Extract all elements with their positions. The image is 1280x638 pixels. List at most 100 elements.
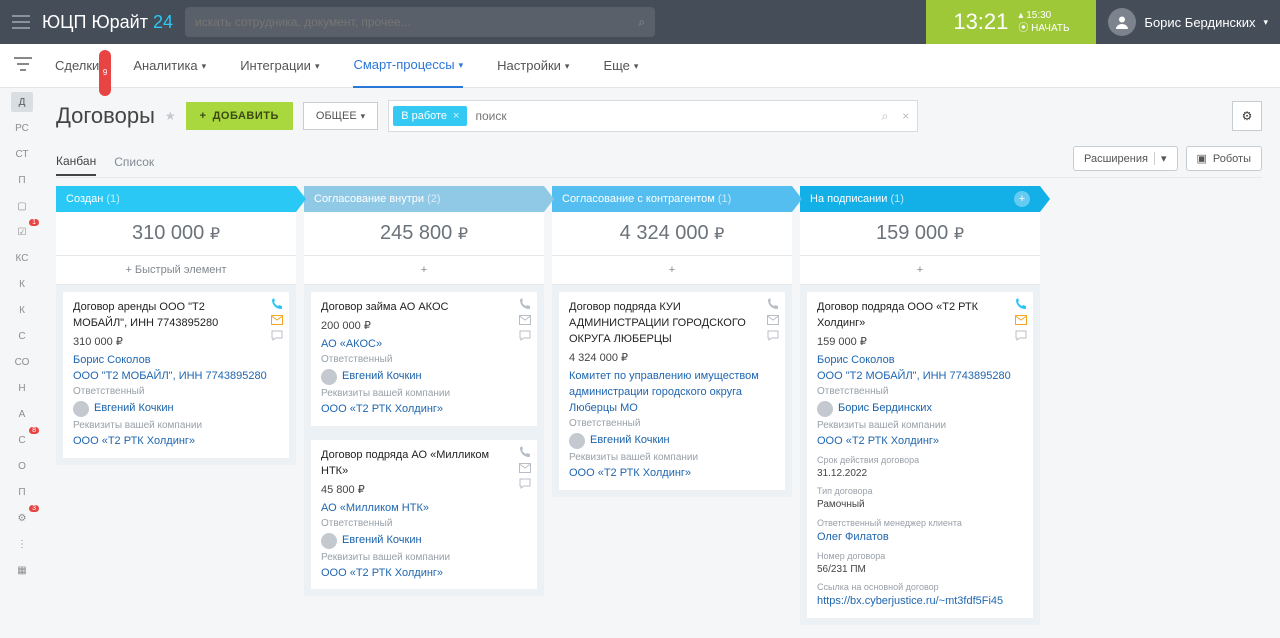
nav-item[interactable]: Сделки9: [55, 44, 99, 88]
kanban-card[interactable]: Договор подряда КУИ АДМИНИСТРАЦИИ ГОРОДС…: [558, 291, 786, 491]
mail-icon[interactable]: [519, 315, 531, 325]
sidebar-item[interactable]: СО: [11, 352, 33, 372]
user-menu[interactable]: Борис Бердинских ▾: [1108, 8, 1268, 36]
column-header[interactable]: Создан(1): [56, 186, 296, 212]
sidebar-item[interactable]: Н: [11, 378, 33, 398]
sidebar-item[interactable]: ⋮: [11, 534, 33, 554]
sidebar-item[interactable]: А: [11, 404, 33, 424]
column-header[interactable]: Согласование с контрагентом(1): [552, 186, 792, 212]
mail-icon[interactable]: [271, 315, 283, 325]
filter-chip[interactable]: В работе×: [393, 106, 467, 126]
card-responsible[interactable]: Евгений Кочкин: [73, 401, 279, 417]
nav-item[interactable]: Еще▾: [603, 44, 638, 88]
card-title[interactable]: Договор аренды ООО "Т2 МОБАЙЛ", ИНН 7743…: [73, 300, 279, 332]
field-value[interactable]: https://bx.cyberjustice.ru/~mt3fdf5Fi45: [817, 594, 1023, 610]
phone-icon[interactable]: [767, 298, 779, 310]
card-company[interactable]: ООО "Т2 МОБАЙЛ", ИНН 7743895280: [73, 369, 279, 385]
kanban-card[interactable]: Договор подряда АО «Милликом НТК»45 800 …: [310, 439, 538, 591]
tab-list[interactable]: Список: [114, 149, 154, 175]
phone-icon[interactable]: [519, 446, 531, 458]
card-title[interactable]: Договор подряда ООО «Т2 РТК Холдинг»: [817, 300, 1023, 332]
sidebar-item[interactable]: О: [11, 456, 33, 476]
card-responsible[interactable]: Евгений Кочкин: [569, 433, 775, 449]
card-company[interactable]: АО «Милликом НТК»: [321, 501, 527, 517]
card-requisites[interactable]: ООО «Т2 РТК Холдинг»: [73, 434, 279, 450]
sidebar-item[interactable]: КС: [11, 248, 33, 268]
card-responsible[interactable]: Борис Бердинских: [817, 401, 1023, 417]
card-requisites[interactable]: ООО «Т2 РТК Холдинг»: [321, 566, 527, 582]
chat-icon[interactable]: [519, 330, 531, 341]
sidebar-item[interactable]: ☑1: [11, 222, 33, 242]
column-header[interactable]: На подписании(1)+: [800, 186, 1040, 212]
card-company[interactable]: Комитет по управлению имуществом админис…: [569, 369, 775, 417]
sidebar-item[interactable]: К: [11, 274, 33, 294]
phone-icon[interactable]: [1015, 298, 1027, 310]
card-responsible[interactable]: Евгений Кочкин: [321, 369, 527, 385]
card-requisites[interactable]: ООО «Т2 РТК Холдинг»: [569, 466, 775, 482]
tab-kanban[interactable]: Канбан: [56, 148, 96, 176]
common-button[interactable]: ОБЩЕЕ▾: [303, 102, 378, 130]
sidebar-item[interactable]: РС: [11, 118, 33, 138]
add-button[interactable]: +ДОБАВИТЬ: [186, 102, 293, 130]
card-contact[interactable]: Борис Соколов: [817, 353, 1023, 369]
card-title[interactable]: Договор подряда АО «Милликом НТК»: [321, 448, 527, 480]
sidebar-item[interactable]: ⚙3: [11, 508, 33, 528]
clear-icon[interactable]: ×: [894, 109, 917, 123]
mail-icon[interactable]: [519, 463, 531, 473]
chat-icon[interactable]: [519, 478, 531, 489]
sidebar-item[interactable]: Д: [11, 92, 33, 112]
nav-item[interactable]: Интеграции▾: [240, 44, 319, 88]
card-title[interactable]: Договор займа АО АКОС: [321, 300, 527, 316]
filter-search-input[interactable]: [467, 109, 875, 123]
kanban-card[interactable]: Договор подряда ООО «Т2 РТК Холдинг»159 …: [806, 291, 1034, 619]
sidebar-item[interactable]: ▦: [11, 560, 33, 580]
kanban-card[interactable]: Договор аренды ООО "Т2 МОБАЙЛ", ИНН 7743…: [62, 291, 290, 459]
hamburger-icon[interactable]: [12, 15, 30, 29]
phone-icon[interactable]: [271, 298, 283, 310]
search-icon[interactable]: ⌕: [638, 15, 645, 30]
clock-action[interactable]: ⦿ НАЧАТЬ: [1018, 22, 1069, 35]
extensions-button[interactable]: Расширения ▾: [1073, 146, 1178, 171]
sidebar-item[interactable]: П: [11, 170, 33, 190]
nav-item[interactable]: Аналитика▾: [133, 44, 206, 88]
chat-icon[interactable]: [271, 330, 283, 341]
quick-add[interactable]: +: [800, 256, 1040, 285]
global-search-input[interactable]: [195, 15, 638, 29]
sidebar-item[interactable]: ▢: [11, 196, 33, 216]
card-requisites[interactable]: ООО «Т2 РТК Холдинг»: [817, 434, 1023, 450]
search-icon[interactable]: ⌕: [875, 109, 894, 124]
sidebar-item[interactable]: С: [11, 326, 33, 346]
clock-widget[interactable]: 13:21 ▴ 15:30 ⦿ НАЧАТЬ: [926, 0, 1096, 44]
filter-box[interactable]: В работе× ⌕ ×: [388, 100, 918, 132]
sidebar-item[interactable]: С8: [11, 430, 33, 450]
chat-icon[interactable]: [1015, 330, 1027, 341]
quick-add[interactable]: + Быстрый элемент: [56, 256, 296, 285]
close-icon[interactable]: ×: [453, 110, 459, 122]
card-title[interactable]: Договор подряда КУИ АДМИНИСТРАЦИИ ГОРОДС…: [569, 300, 775, 348]
card-requisites[interactable]: ООО «Т2 РТК Холдинг»: [321, 402, 527, 418]
mail-icon[interactable]: [1015, 315, 1027, 325]
mail-icon[interactable]: [767, 315, 779, 325]
star-icon[interactable]: ★: [165, 109, 176, 123]
sidebar-item[interactable]: СТ: [11, 144, 33, 164]
robots-button[interactable]: ▣Роботы: [1186, 146, 1263, 171]
card-company[interactable]: АО «АКОС»: [321, 337, 527, 353]
filter-toggle-icon[interactable]: [14, 56, 32, 72]
sidebar-item[interactable]: К: [11, 300, 33, 320]
kanban-card[interactable]: Договор займа АО АКОС200 000 ₽АО «АКОС»О…: [310, 291, 538, 427]
quick-add[interactable]: +: [304, 256, 544, 285]
sidebar-item[interactable]: П: [11, 482, 33, 502]
card-contact[interactable]: Борис Соколов: [73, 353, 279, 369]
settings-button[interactable]: ⚙: [1232, 101, 1262, 131]
global-search[interactable]: ⌕: [185, 7, 655, 37]
nav-item[interactable]: Смарт-процессы▾: [353, 44, 463, 88]
card-company[interactable]: ООО "Т2 МОБАЙЛ", ИНН 7743895280: [817, 369, 1023, 385]
nav-item[interactable]: Настройки▾: [497, 44, 569, 88]
chat-icon[interactable]: [767, 330, 779, 341]
quick-add[interactable]: +: [552, 256, 792, 285]
phone-icon[interactable]: [519, 298, 531, 310]
column-header[interactable]: Согласование внутри(2): [304, 186, 544, 212]
field-value[interactable]: Олег Филатов: [817, 530, 1023, 546]
add-icon[interactable]: +: [1014, 191, 1030, 207]
card-responsible[interactable]: Евгений Кочкин: [321, 533, 527, 549]
